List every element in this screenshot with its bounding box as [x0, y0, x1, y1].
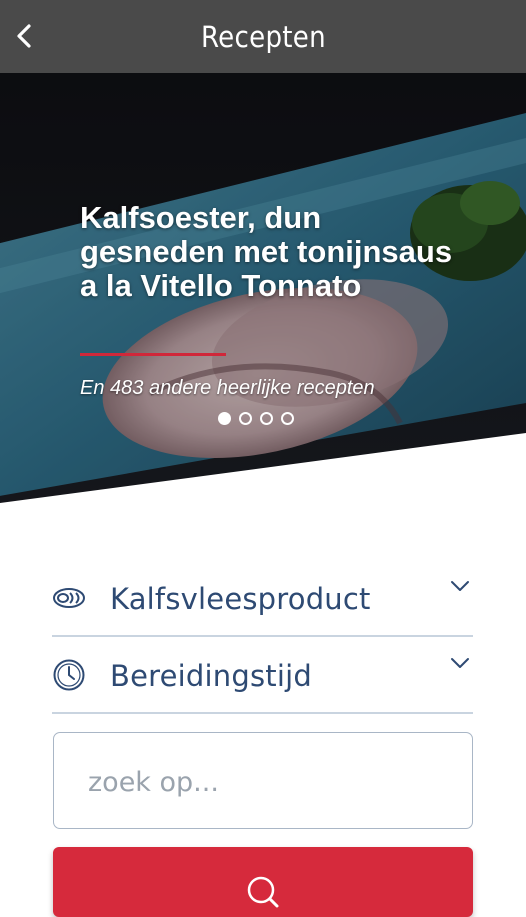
- search-icon: [247, 876, 279, 908]
- search-field[interactable]: [53, 732, 473, 829]
- product-dropdown-label: Kalfsvleesproduct: [110, 582, 371, 616]
- chevron-down-icon: [451, 581, 469, 591]
- time-dropdown-label: Bereidingstijd: [110, 659, 312, 693]
- carousel-dot-1[interactable]: [218, 412, 231, 425]
- carousel-dot-4[interactable]: [281, 412, 294, 425]
- chevron-left-icon: [17, 24, 31, 48]
- hero-title[interactable]: Kalfsoester, dun gesneden met tonijnsaus…: [80, 201, 470, 303]
- clock-icon: [53, 659, 85, 691]
- search-button[interactable]: [53, 847, 473, 917]
- hero-carousel[interactable]: Kalfsoester, dun gesneden met tonijnsaus…: [0, 73, 526, 503]
- search-input[interactable]: [86, 761, 450, 803]
- chevron-down-icon: [451, 658, 469, 668]
- carousel-indicators: [218, 412, 294, 425]
- hero-subtitle: En 483 andere heerlijke recepten: [80, 377, 375, 399]
- top-app-bar: Recepten: [0, 0, 526, 73]
- time-dropdown[interactable]: Bereidingstijd: [52, 638, 473, 714]
- carousel-dot-2[interactable]: [239, 412, 252, 425]
- meat-icon: [53, 588, 85, 608]
- page-title: Recepten: [200, 19, 326, 54]
- product-dropdown[interactable]: Kalfsvleesproduct: [52, 561, 473, 637]
- back-button[interactable]: [6, 16, 42, 56]
- carousel-dot-3[interactable]: [260, 412, 273, 425]
- hero-divider: [80, 353, 226, 356]
